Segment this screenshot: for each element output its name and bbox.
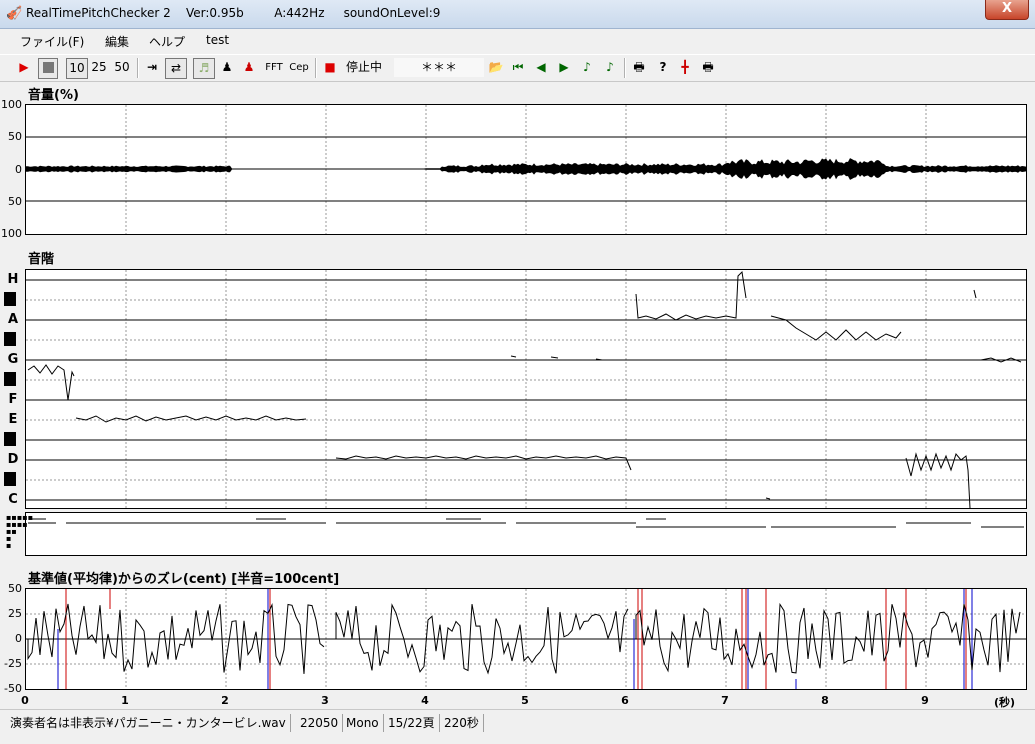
toolbar: ▶ 10 25 50 ⇥ ⇄ ♬ ♟ ♟ FFT Cep ■ 停止中 ＊＊＊ 📂… xyxy=(0,54,1035,82)
cent-tick: 25 xyxy=(8,607,22,620)
volume-tick: 100 xyxy=(1,227,22,240)
loop-icon[interactable]: ⇄ xyxy=(165,58,187,79)
cent-graph[interactable] xyxy=(25,588,1027,690)
volume-tick: 50 xyxy=(8,195,22,208)
menu-help[interactable]: ヘルプ xyxy=(149,33,185,50)
note-G: G xyxy=(7,352,19,367)
play-icon[interactable]: ▶ xyxy=(15,58,33,77)
volume-label: 音量(%) xyxy=(28,88,79,103)
record-stop-icon[interactable]: ■ xyxy=(322,58,338,77)
note-D: D xyxy=(7,452,19,467)
status-page: 15/22頁 xyxy=(384,714,440,732)
prev-icon[interactable]: ◀ xyxy=(532,58,550,77)
cent-x-tick: 2 xyxy=(221,694,229,707)
cent-x-tick: 4 xyxy=(421,694,429,707)
cent-x-tick: 5 xyxy=(521,694,529,707)
status-rate: 22050 xyxy=(296,714,344,732)
help-icon[interactable]: ? xyxy=(654,58,672,77)
note-H: H xyxy=(7,272,19,287)
fft-button[interactable]: FFT xyxy=(262,58,286,77)
scale-label: 音階 xyxy=(28,252,55,267)
close-button[interactable]: X xyxy=(985,0,1029,20)
volume-tick: 100 xyxy=(1,98,22,111)
status-bar: 演奏者名は非表示¥パガニーニ・カンタービレ.wav 22050 Mono 15/… xyxy=(0,709,1035,744)
scale-note-column: H A G F E D C xyxy=(4,272,24,508)
note-timeline[interactable] xyxy=(25,512,1027,556)
menu-test[interactable]: test xyxy=(206,33,229,47)
person-red-icon[interactable]: ♟ xyxy=(240,58,258,77)
cent-tick: 50 xyxy=(8,582,22,595)
print-alt-icon[interactable]: 🖶 xyxy=(699,58,717,77)
folder-open-icon[interactable]: 📂 xyxy=(486,58,506,77)
note-E: E xyxy=(8,412,18,427)
cent-x-tick: 7 xyxy=(721,694,729,707)
app-icon: 🎻 xyxy=(6,6,23,21)
rate-50-button[interactable]: 50 xyxy=(112,58,132,77)
volume-tick: 50 xyxy=(8,130,22,143)
cent-tick: 0 xyxy=(15,632,22,645)
stop-icon[interactable] xyxy=(38,58,58,79)
cent-x-tick: 9 xyxy=(921,694,929,707)
note-A: A xyxy=(7,312,19,327)
timeline-markers: ▪▪▪▪▪ ▪▪▪▪ ▪▪ ▪ ▪ xyxy=(6,513,34,550)
note-C: C xyxy=(8,492,18,507)
note-alt-icon[interactable]: ♪ xyxy=(601,58,619,77)
next-icon[interactable]: ▶ xyxy=(555,58,573,77)
rate-10-button[interactable]: 10 xyxy=(66,58,88,79)
cent-x-tick: 6 xyxy=(621,694,629,707)
cent-x-tick: 3 xyxy=(321,694,329,707)
window-title: RealTimePitchChecker 2 Ver:0.95b A:442Hz… xyxy=(26,6,441,20)
status-channels: Mono xyxy=(342,714,384,732)
cent-x-tick: 8 xyxy=(821,694,829,707)
x-unit-label: (秒) xyxy=(994,696,1016,709)
menu-edit[interactable]: 編集 xyxy=(105,33,129,50)
marker-field: ＊＊＊ xyxy=(394,58,484,77)
note-F: F xyxy=(8,392,18,407)
status-duration: 220秒 xyxy=(440,714,484,732)
print-icon[interactable]: 🖶 xyxy=(630,58,648,77)
marker-icon[interactable]: ╋ xyxy=(676,58,694,77)
menu-bar: ファイル(F) 編集 ヘルプ test xyxy=(0,30,1035,52)
rate-25-button[interactable]: 25 xyxy=(89,58,109,77)
cent-tick: -25 xyxy=(4,657,22,670)
cep-button[interactable]: Cep xyxy=(287,58,311,77)
cent-x-tick: 0 xyxy=(21,694,29,707)
title-bar: 🎻 RealTimePitchChecker 2 Ver:0.95b A:442… xyxy=(0,0,1035,29)
note-icon[interactable]: ♪ xyxy=(578,58,596,77)
volume-graph[interactable] xyxy=(25,104,1027,235)
status-text: 停止中 xyxy=(345,60,382,74)
cent-label: 基準値(平均律)からのズレ(cent) [半音=100cent] xyxy=(28,572,340,587)
volume-tick: 0 xyxy=(15,163,22,176)
status-file: 演奏者名は非表示¥パガニーニ・カンタービレ.wav xyxy=(6,714,291,732)
jump-end-icon[interactable]: ⇥ xyxy=(143,58,161,77)
cent-x-tick: 1 xyxy=(121,694,129,707)
menu-file[interactable]: ファイル(F) xyxy=(20,33,84,50)
person-icon[interactable]: ♟ xyxy=(218,58,236,77)
skip-start-icon[interactable]: ⏮ xyxy=(509,58,527,77)
violin-icon[interactable]: ♬ xyxy=(193,58,215,79)
scale-graph[interactable] xyxy=(25,269,1027,509)
